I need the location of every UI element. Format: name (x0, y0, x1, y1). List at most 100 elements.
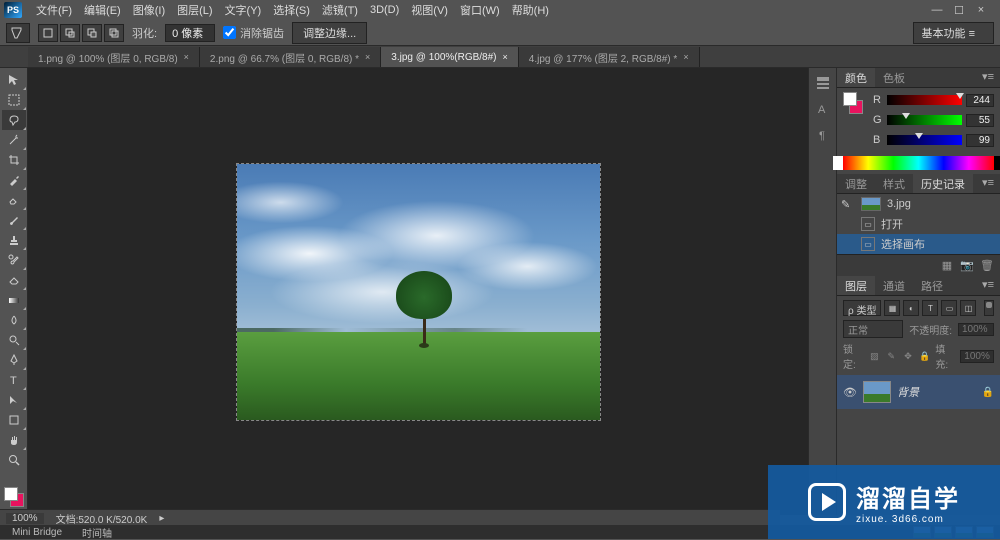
selection-new[interactable] (38, 24, 58, 42)
fill-value[interactable]: 100% (960, 350, 994, 363)
menu-layer[interactable]: 图层(L) (171, 0, 218, 20)
filter-smart-icon[interactable]: ◫ (960, 300, 976, 316)
g-slider[interactable] (887, 115, 962, 125)
brush-tool[interactable] (2, 210, 26, 230)
visibility-toggle[interactable]: 👁 (843, 386, 857, 399)
feather-input[interactable] (165, 24, 215, 42)
tab-channels[interactable]: 通道 (875, 276, 913, 295)
opacity-value[interactable]: 100% (958, 323, 994, 336)
dock-icon-3[interactable]: ¶ (812, 124, 834, 146)
tab-color[interactable]: 颜色 (837, 68, 875, 87)
tab-timeline[interactable]: 时间轴 (76, 525, 118, 540)
filter-toggle[interactable] (984, 300, 994, 316)
gradient-tool[interactable] (2, 290, 26, 310)
close-icon[interactable]: × (503, 52, 508, 62)
b-value[interactable]: 99 (966, 134, 994, 147)
tool-preset-picker[interactable] (6, 23, 30, 43)
type-tool[interactable]: T (2, 370, 26, 390)
tab-paths[interactable]: 路径 (913, 276, 951, 295)
selection-intersect[interactable] (104, 24, 124, 42)
close-icon[interactable]: × (683, 52, 688, 62)
menu-view[interactable]: 视图(V) (405, 0, 454, 20)
create-document-icon[interactable]: ▦ (940, 259, 954, 273)
workspace-switcher[interactable]: 基本功能 ≡ (913, 22, 994, 44)
history-brush-source-icon[interactable]: ✎ (841, 198, 855, 211)
menu-image[interactable]: 图像(I) (127, 0, 171, 20)
document-tab-1[interactable]: 1.png @ 100% (图层 0, RGB/8)× (28, 47, 200, 67)
zoom-level[interactable]: 100% (6, 513, 44, 524)
crop-tool[interactable] (2, 150, 26, 170)
foreground-color-swatch[interactable] (4, 487, 18, 501)
layer-filter-kind[interactable]: ρ 类型 (843, 300, 881, 316)
selection-subtract[interactable] (82, 24, 102, 42)
panel-menu-icon[interactable]: ▾≡ (976, 68, 1000, 87)
lock-transparent-icon[interactable]: ▨ (868, 349, 881, 363)
menu-file[interactable]: 文件(F) (30, 0, 78, 20)
antialias-check-input[interactable] (223, 26, 236, 39)
panel-menu-icon[interactable]: ▾≡ (976, 174, 1000, 193)
minimize-button[interactable]: — (930, 3, 944, 17)
color-spectrum[interactable] (843, 156, 994, 170)
tab-history[interactable]: 历史记录 (913, 174, 973, 193)
lasso-tool[interactable] (2, 110, 26, 130)
menu-3d[interactable]: 3D(D) (364, 2, 405, 18)
r-value[interactable]: 244 (966, 94, 994, 107)
selection-add[interactable] (60, 24, 80, 42)
tab-adjustments[interactable]: 调整 (837, 174, 875, 193)
menu-window[interactable]: 窗口(W) (454, 0, 506, 20)
path-select-tool[interactable] (2, 390, 26, 410)
filter-adjust-icon[interactable]: ◐ (903, 300, 919, 316)
shape-tool[interactable] (2, 410, 26, 430)
canvas-area[interactable] (28, 68, 808, 515)
pen-tool[interactable] (2, 350, 26, 370)
hand-tool[interactable] (2, 430, 26, 450)
history-step-open[interactable]: ▭ 打开 (837, 214, 1000, 234)
document-canvas[interactable] (236, 163, 601, 421)
new-snapshot-icon[interactable]: 📷 (960, 259, 974, 273)
dodge-tool[interactable] (2, 330, 26, 350)
blur-tool[interactable] (2, 310, 26, 330)
status-arrow-icon[interactable]: ▸ (159, 513, 164, 524)
menu-select[interactable]: 选择(S) (267, 0, 316, 20)
document-tab-4[interactable]: 4.jpg @ 177% (图层 2, RGB/8#) *× (519, 47, 700, 67)
wand-tool[interactable] (2, 130, 26, 150)
lock-all-icon[interactable]: 🔒 (919, 349, 932, 363)
history-step-select-canvas[interactable]: ▭ 选择画布 (837, 234, 1000, 254)
tab-swatches[interactable]: 色板 (875, 68, 913, 87)
r-slider[interactable] (887, 95, 962, 105)
move-tool[interactable] (2, 70, 26, 90)
marquee-tool[interactable] (2, 90, 26, 110)
tab-mini-bridge[interactable]: Mini Bridge (6, 527, 68, 538)
filter-pixel-icon[interactable]: ▦ (884, 300, 900, 316)
color-fg-bg-swatch[interactable] (843, 92, 863, 116)
filter-type-icon[interactable]: T (922, 300, 938, 316)
history-snapshot[interactable]: ✎ 3.jpg (837, 194, 1000, 214)
filter-shape-icon[interactable]: ▭ (941, 300, 957, 316)
delete-icon[interactable]: 🗑 (980, 259, 994, 273)
layer-background[interactable]: 👁 背景 🔒 (837, 375, 1000, 409)
blend-mode-select[interactable]: 正常 (843, 320, 903, 338)
dock-icon-2[interactable]: A (812, 98, 834, 120)
antialias-checkbox[interactable]: 消除锯齿 (223, 25, 284, 41)
b-slider[interactable] (887, 135, 962, 145)
panel-menu-icon[interactable]: ▾≡ (976, 276, 1000, 295)
lock-position-icon[interactable]: ✥ (902, 349, 915, 363)
menu-edit[interactable]: 编辑(E) (78, 0, 127, 20)
layer-name[interactable]: 背景 (897, 384, 976, 400)
tab-styles[interactable]: 样式 (875, 174, 913, 193)
g-value[interactable]: 55 (966, 114, 994, 127)
refine-edge-button[interactable]: 调整边缘... (292, 22, 367, 44)
close-button[interactable]: × (974, 3, 988, 17)
healing-tool[interactable] (2, 190, 26, 210)
zoom-tool[interactable] (2, 450, 26, 470)
close-icon[interactable]: × (365, 52, 370, 62)
menu-type[interactable]: 文字(Y) (219, 0, 268, 20)
document-tab-3[interactable]: 3.jpg @ 100%(RGB/8#)× (381, 47, 518, 67)
close-icon[interactable]: × (184, 52, 189, 62)
maximize-button[interactable]: ☐ (952, 3, 966, 17)
lock-pixels-icon[interactable]: ✎ (885, 349, 898, 363)
eraser-tool[interactable] (2, 270, 26, 290)
document-tab-2[interactable]: 2.png @ 66.7% (图层 0, RGB/8) *× (200, 47, 381, 67)
dock-icon-1[interactable] (812, 72, 834, 94)
tab-layers[interactable]: 图层 (837, 276, 875, 295)
